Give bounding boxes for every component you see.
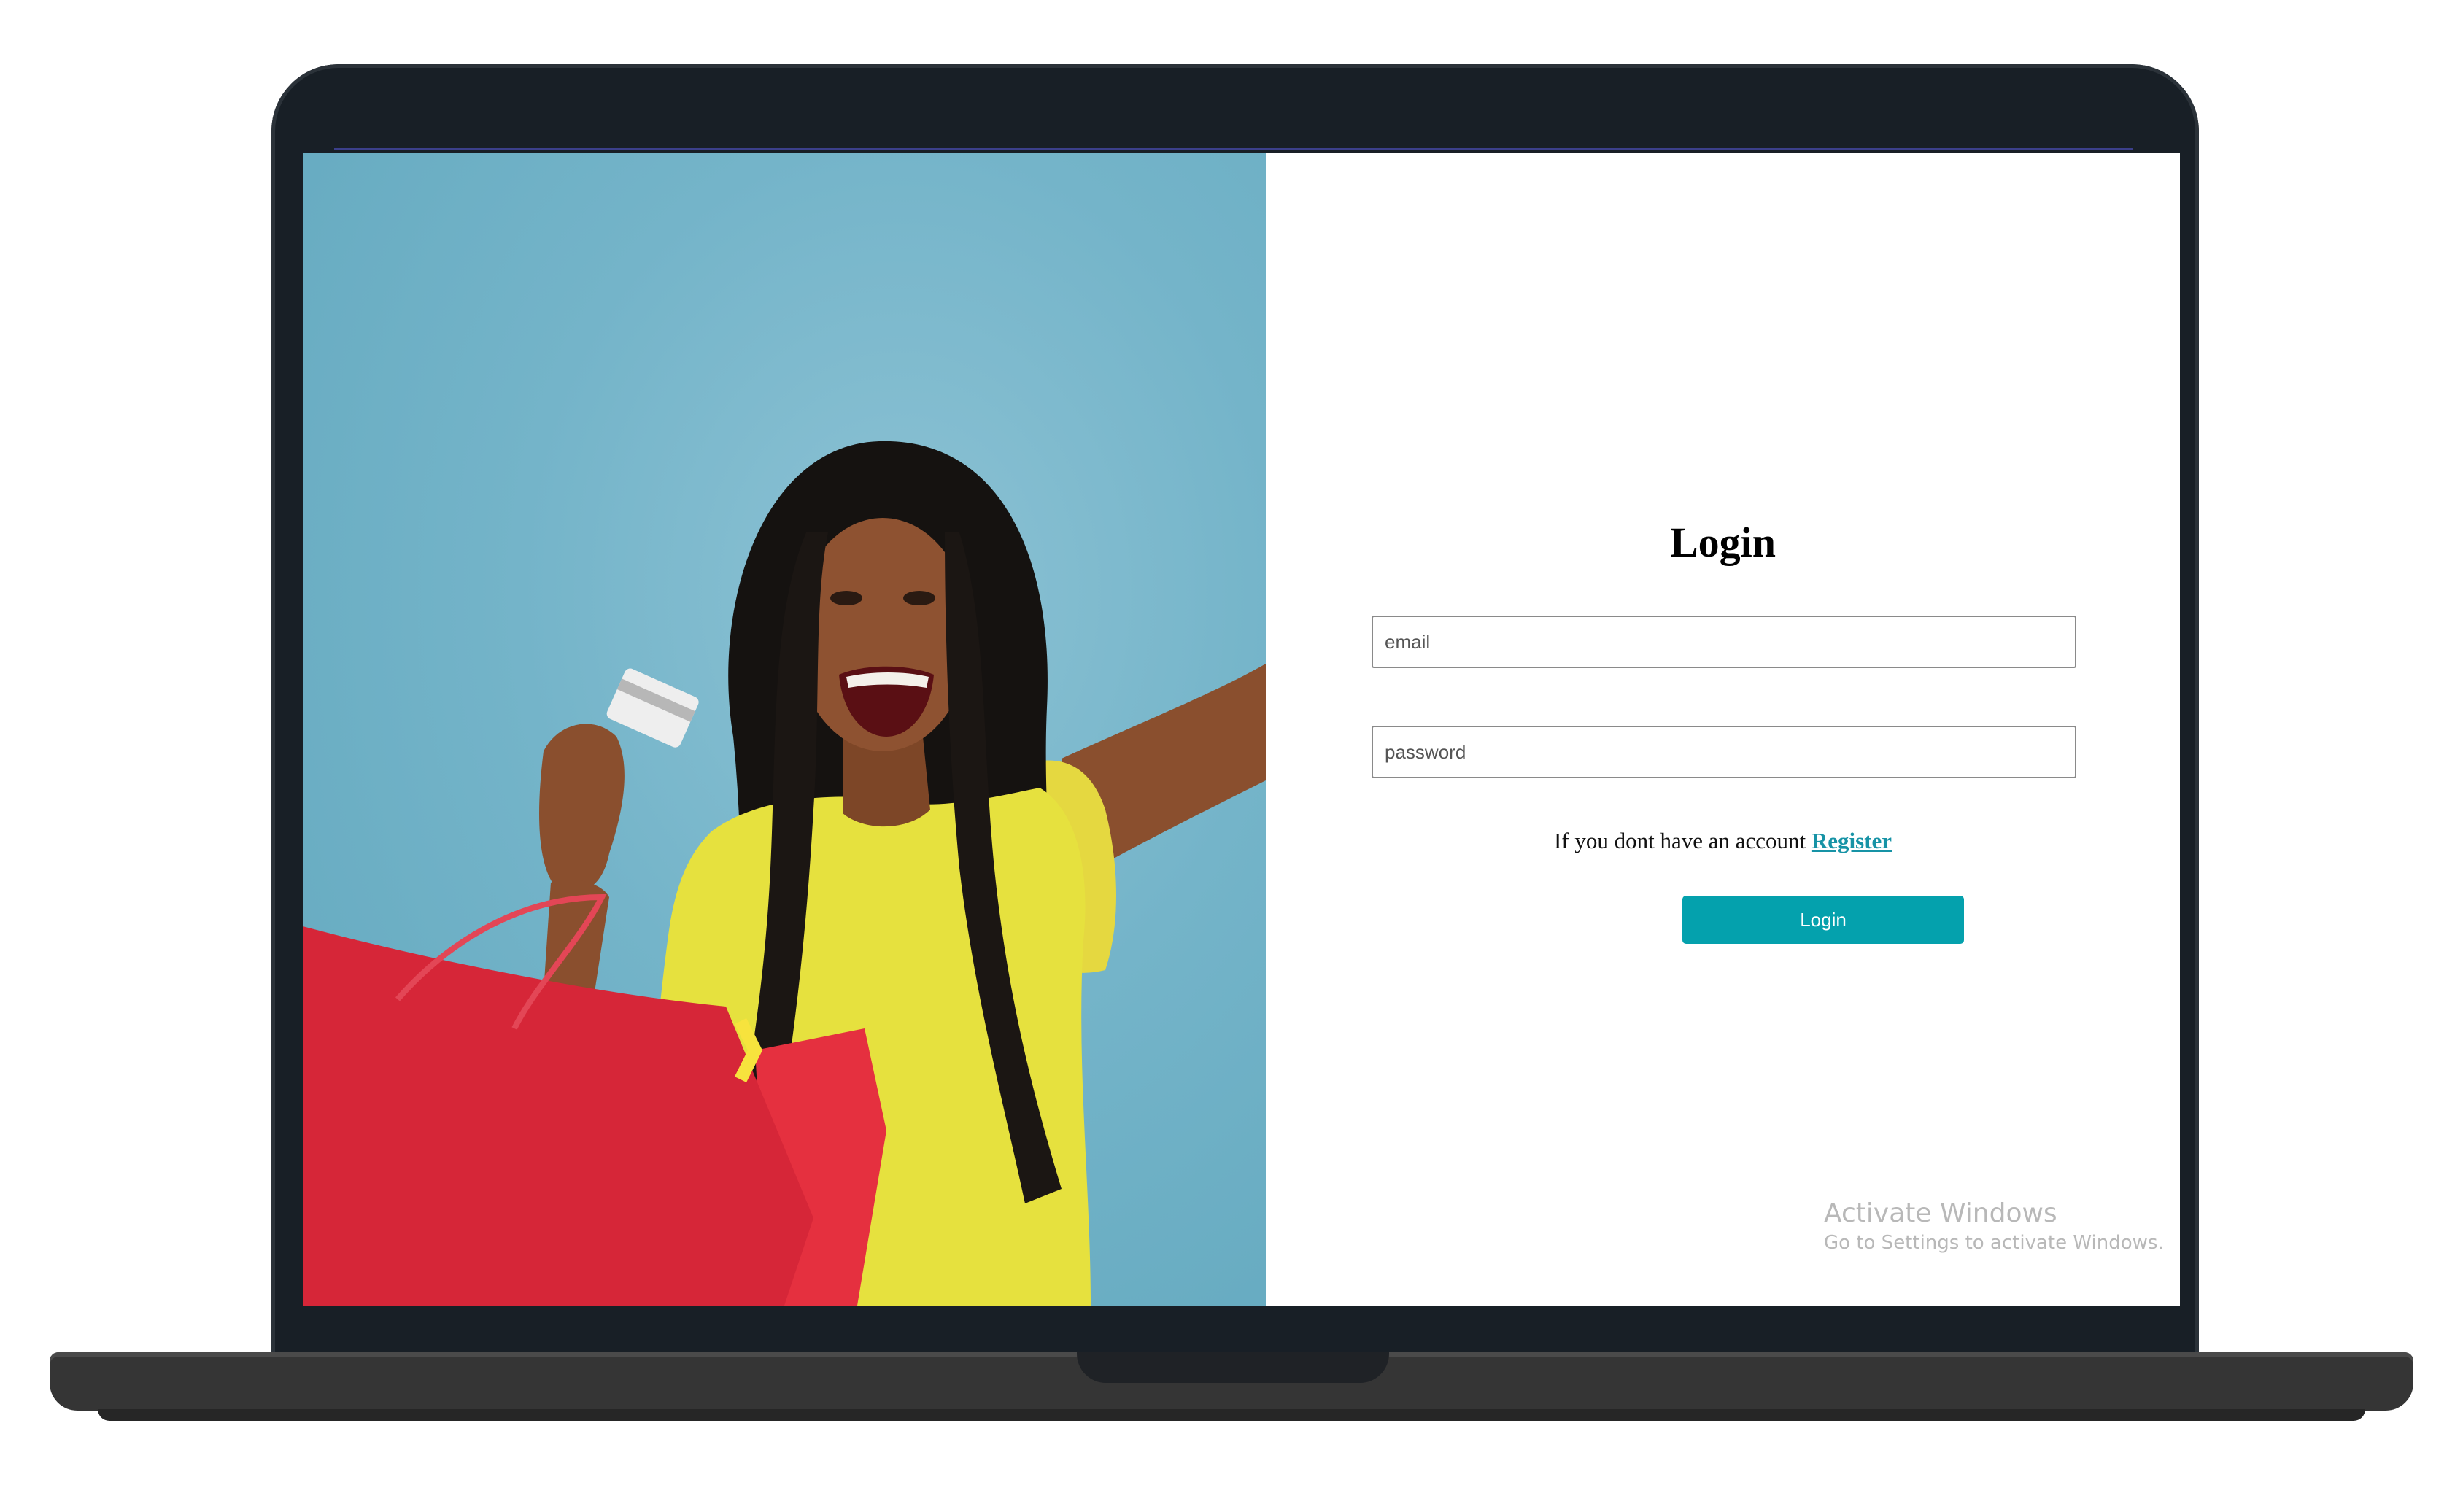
register-prompt-text: If you dont have an account [1553,828,1806,853]
right-eye [903,591,935,605]
laptop-mockup: Login If you dont have an account Regist… [0,0,2463,1512]
watermark-subtitle: Go to Settings to activate Windows. [1824,1232,2164,1254]
login-title: Login [1669,519,1776,566]
laptop-hinge-notch [1077,1352,1389,1383]
laptop-screen: Login If you dont have an account Regist… [303,153,2180,1306]
register-link[interactable]: Register [1812,828,1892,853]
laptop-base-foot [98,1409,2365,1421]
screen-top-edge [334,148,2133,150]
hero-image [303,153,1266,1306]
activate-windows-watermark: Activate Windows Go to Settings to activ… [1824,1198,2164,1256]
email-field[interactable] [1372,616,2076,668]
credit-card-icon [606,668,699,748]
left-eye [830,591,862,605]
watermark-title: Activate Windows [1824,1198,2057,1228]
register-prompt-line: If you dont have an account Register [1266,828,2180,854]
login-panel: Login If you dont have an account Regist… [1266,153,2180,1306]
shopping-woman-illustration [303,441,1266,1306]
raised-hand [539,724,625,893]
login-button[interactable]: Login [1682,896,1964,944]
password-field[interactable] [1372,726,2076,778]
